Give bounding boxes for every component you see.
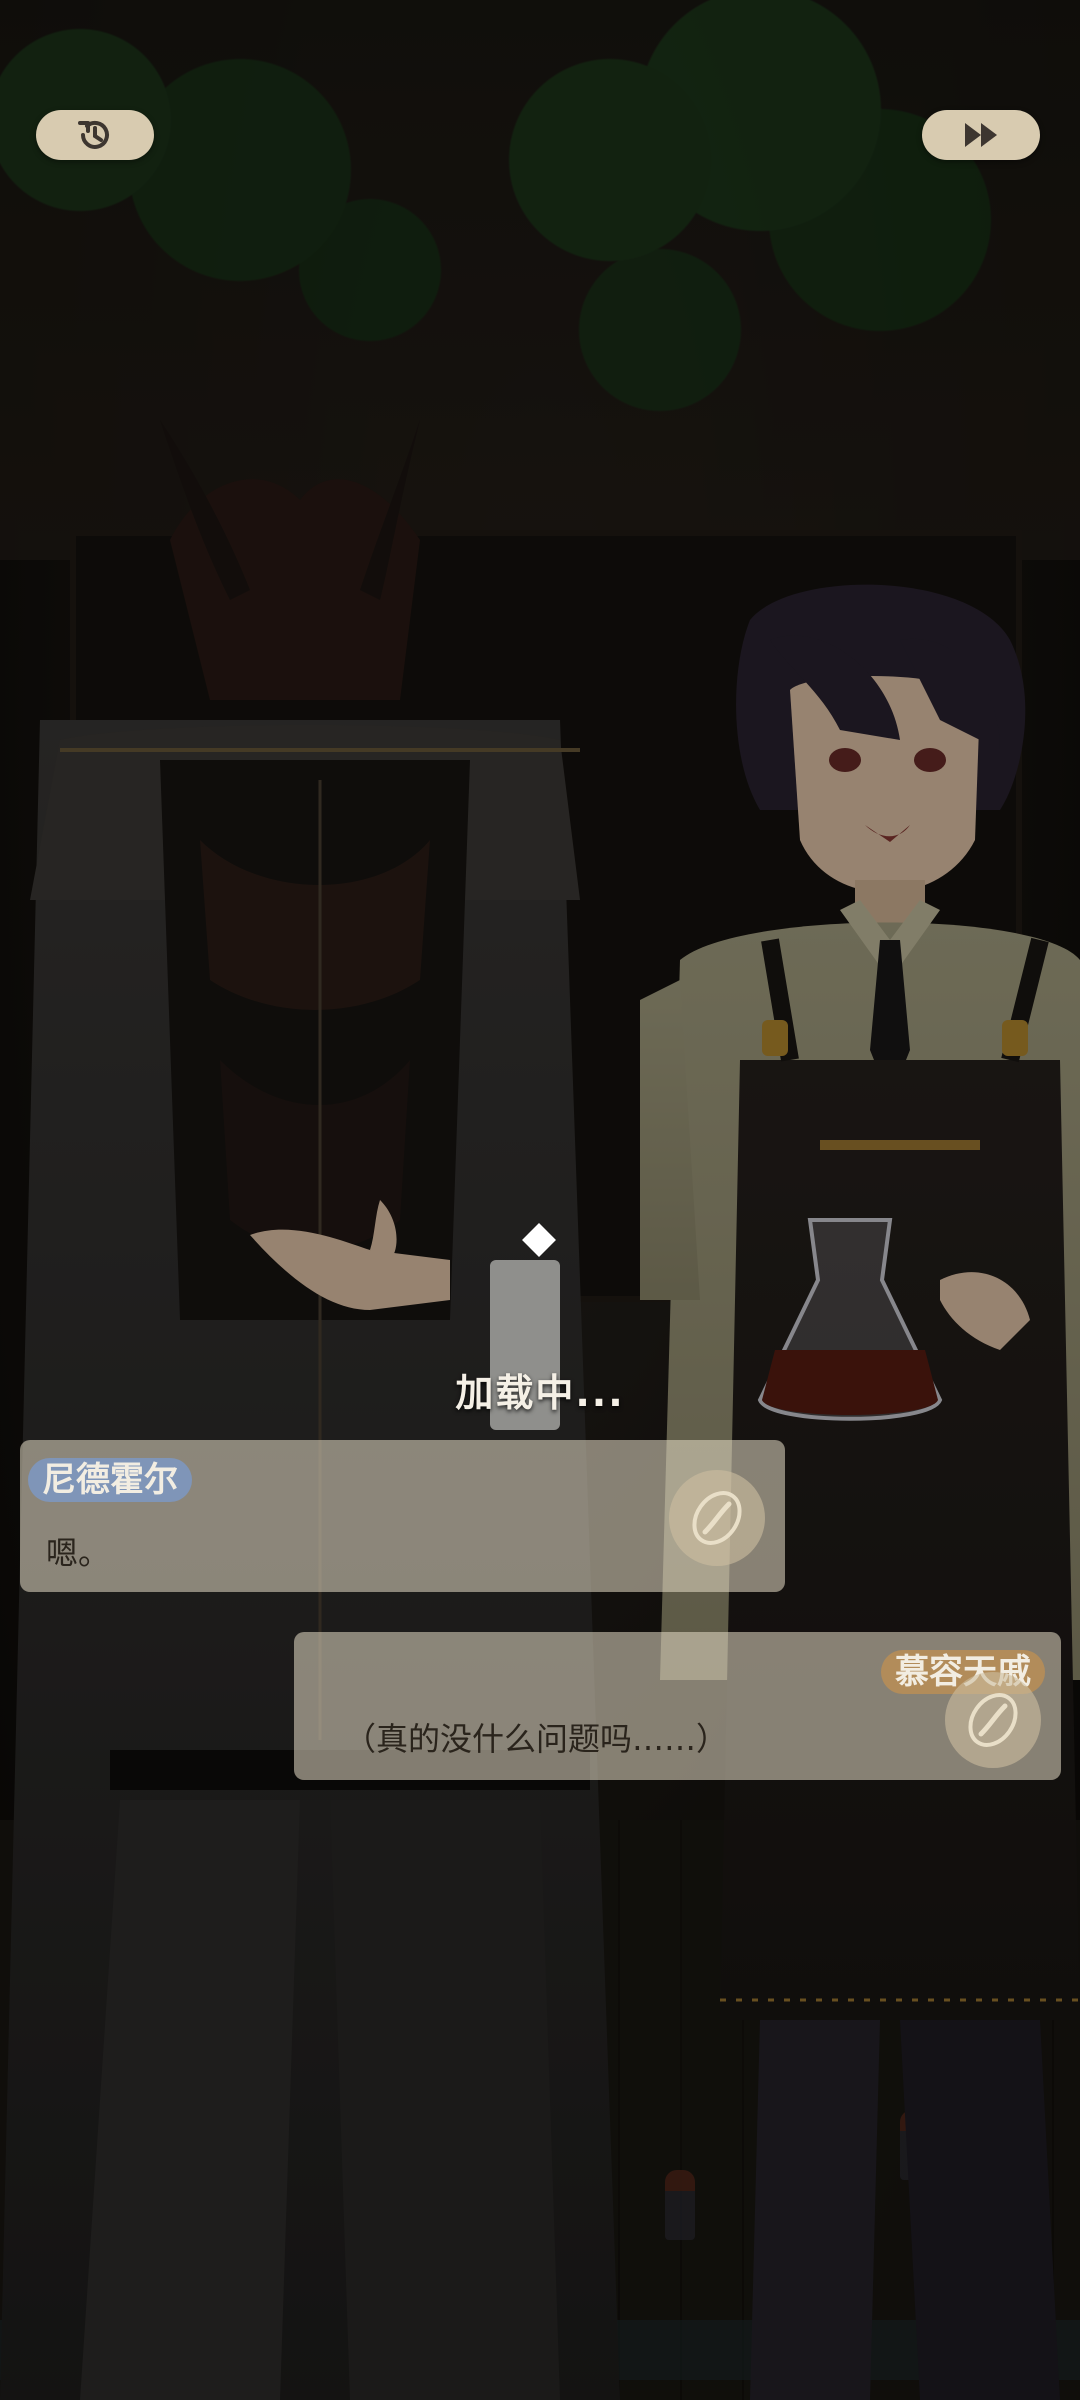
dialogue-box[interactable]: 尼德霍尔 嗯。 bbox=[20, 1440, 785, 1592]
speaker-name-tag: 尼德霍尔 bbox=[28, 1458, 192, 1502]
coffee-bean-icon bbox=[669, 1470, 765, 1566]
coffee-bean-icon bbox=[945, 1672, 1041, 1768]
history-icon bbox=[78, 120, 109, 149]
dialogue-text: （真的没什么问题吗……） bbox=[344, 1720, 729, 1758]
history-button[interactable] bbox=[36, 110, 154, 160]
game-scene[interactable]: 加载中... 尼德霍尔 嗯。 慕容天戚 （真的没什么问题吗……） bbox=[0, 0, 1080, 2400]
fast-forward-icon bbox=[965, 123, 997, 147]
loading-text: 加载中... bbox=[455, 1371, 625, 1415]
dialogue-text: 嗯。 bbox=[46, 1534, 111, 1572]
dialogue-box[interactable]: 慕容天戚 （真的没什么问题吗……） bbox=[294, 1632, 1061, 1780]
fast-forward-button[interactable] bbox=[922, 110, 1040, 160]
